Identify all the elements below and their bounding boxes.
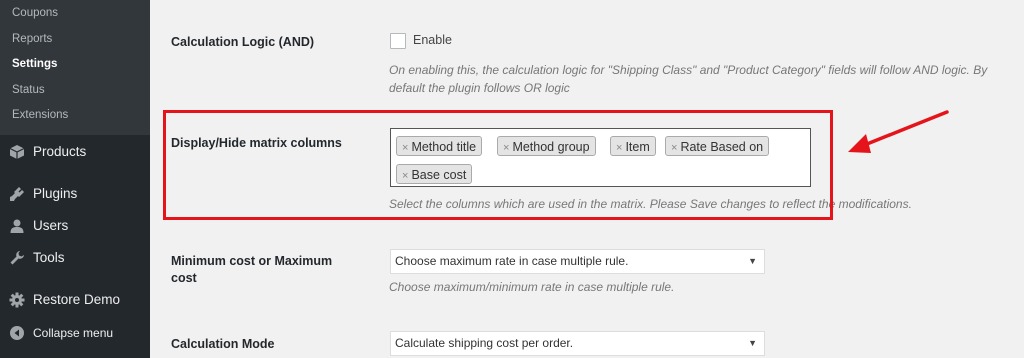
enable-and-logic-checkbox[interactable]	[390, 33, 406, 49]
menu-label-plugins: Plugins	[33, 186, 78, 201]
calculation-logic-description: On enabling this, the calculation logic …	[389, 63, 988, 95]
calculation-mode-value: Calculate shipping cost per order.	[395, 336, 574, 350]
submenu-item-status[interactable]: Status	[12, 84, 45, 96]
submenu-item-coupons[interactable]: Coupons	[12, 7, 58, 19]
collapse-menu-button[interactable]: Collapse menu	[0, 318, 150, 348]
gear-icon	[9, 292, 25, 308]
menu-item-users[interactable]: Users	[0, 211, 150, 241]
menu-item-restore-demo[interactable]: Restore Demo	[0, 285, 150, 315]
collapse-icon	[10, 326, 24, 340]
menu-item-products[interactable]: Products	[0, 137, 150, 167]
chevron-down-icon: ▼	[748, 256, 757, 266]
submenu-item-reports[interactable]: Reports	[12, 33, 52, 45]
menu-label-restore-demo: Restore Demo	[33, 292, 121, 307]
annotation-arrow-icon	[848, 110, 949, 153]
woocommerce-submenu: Coupons Reports Settings Status Extensio…	[0, 0, 150, 135]
user-icon	[10, 219, 24, 233]
min-max-cost-description: Choose maximum/minimum rate in case mult…	[389, 280, 675, 294]
menu-label-tools: Tools	[33, 250, 65, 265]
admin-sidebar: Coupons Reports Settings Status Extensio…	[0, 0, 150, 358]
menu-label-products: Products	[33, 144, 87, 159]
calculation-mode-label: Calculation Mode	[171, 337, 275, 351]
min-max-cost-select[interactable]: Choose maximum rate in case multiple rul…	[390, 249, 765, 274]
annotation-highlight-box	[163, 110, 833, 220]
plug-icon	[10, 187, 24, 201]
menu-item-plugins[interactable]: Plugins	[0, 179, 150, 209]
menu-item-tools[interactable]: Tools	[0, 243, 150, 273]
enable-checkbox-label[interactable]: Enable	[413, 33, 452, 47]
cube-icon	[9, 145, 25, 159]
min-max-cost-value: Choose maximum rate in case multiple rul…	[395, 254, 629, 268]
submenu-item-settings[interactable]: Settings	[12, 58, 57, 70]
calculation-logic-label: Calculation Logic (AND)	[171, 35, 315, 49]
min-max-cost-label: Minimum cost or Maximum cost	[171, 254, 333, 285]
menu-label-collapse: Collapse menu	[33, 326, 114, 340]
submenu-item-extensions[interactable]: Extensions	[12, 109, 68, 121]
chevron-down-icon: ▼	[748, 338, 757, 348]
calculation-mode-select[interactable]: Calculate shipping cost per order. ▼	[390, 331, 765, 356]
wrench-icon	[10, 251, 24, 265]
menu-label-users: Users	[33, 218, 69, 233]
